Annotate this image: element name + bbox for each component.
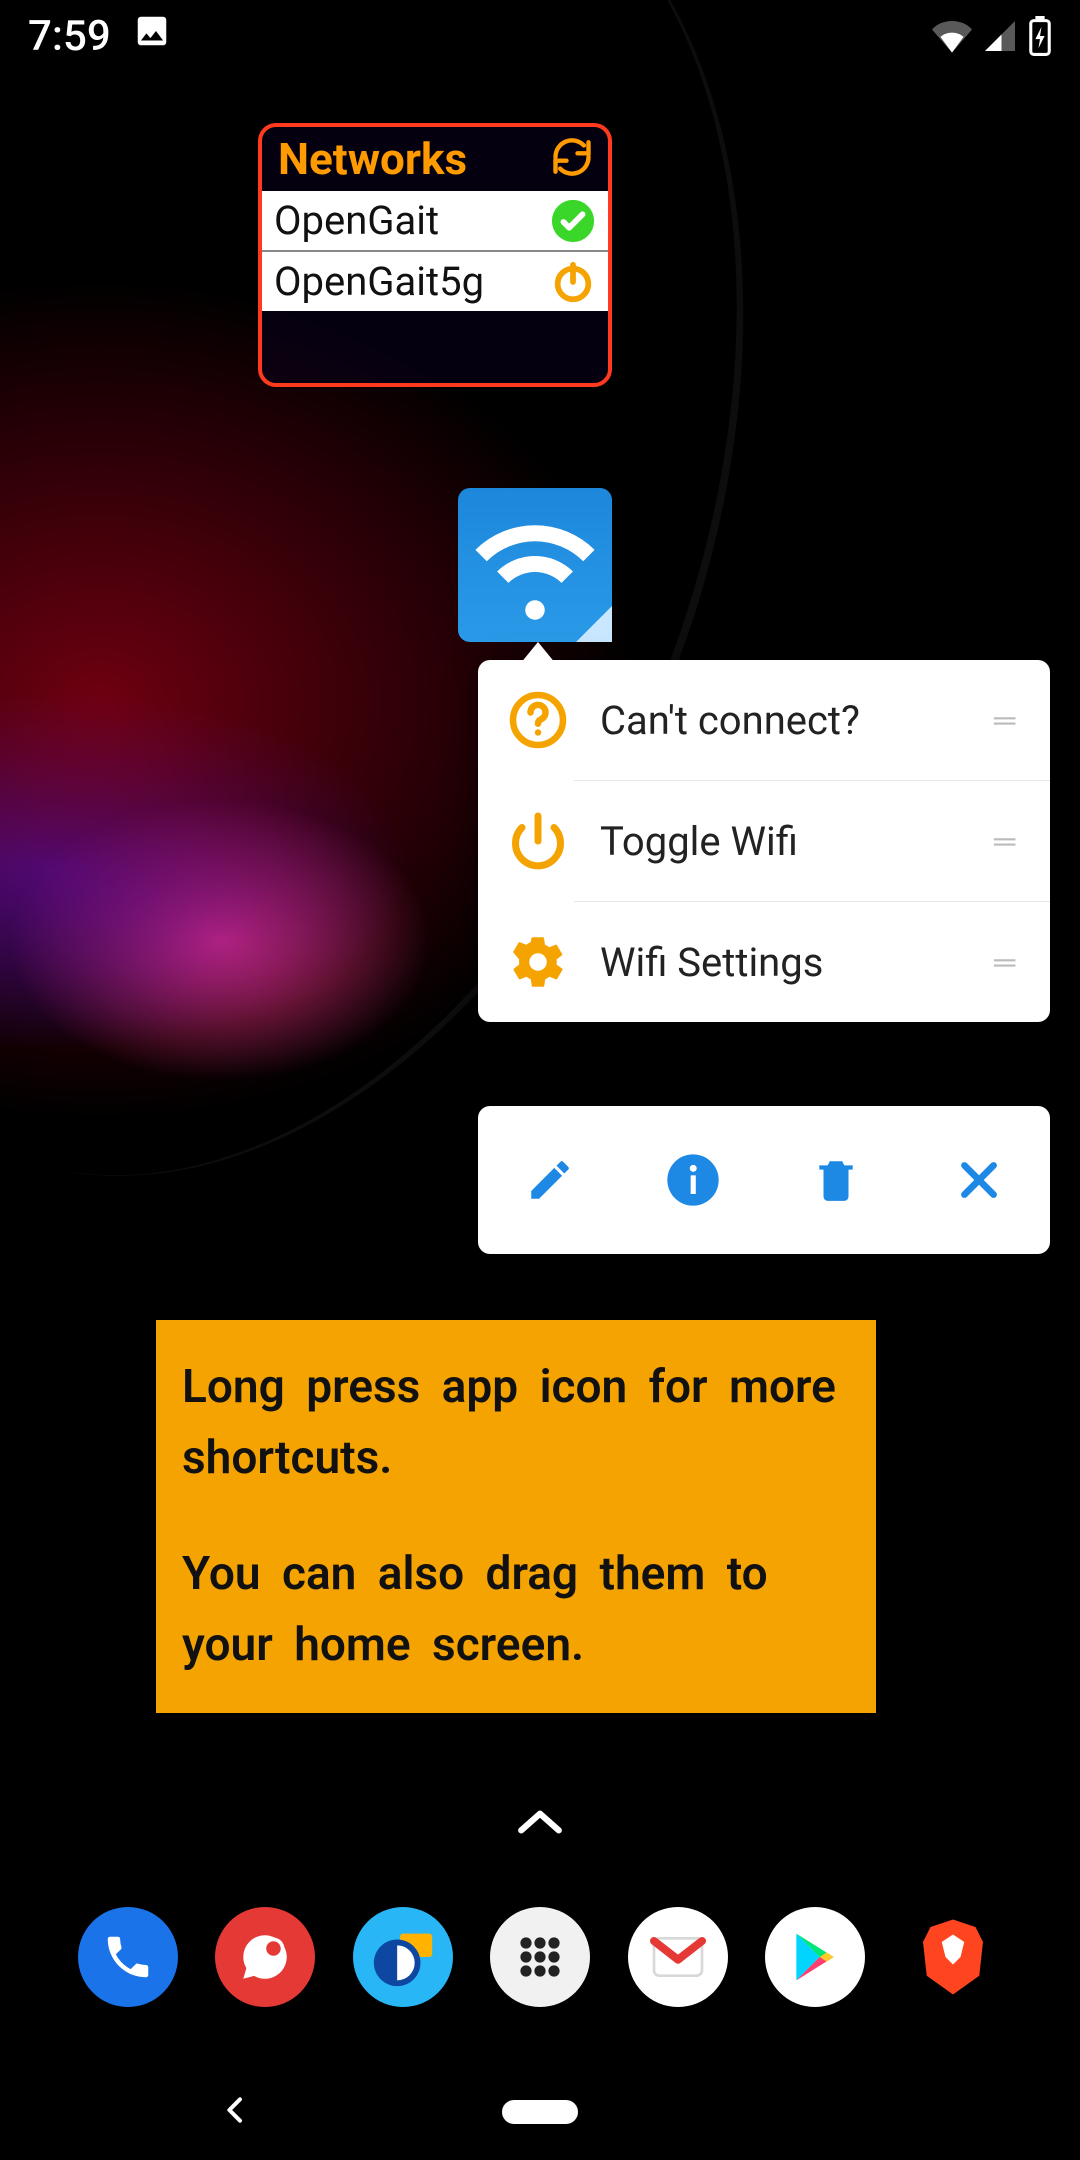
tip-box: Long press app icon for more shortcuts. … — [156, 1320, 876, 1713]
info-icon — [665, 1152, 721, 1208]
connected-icon — [550, 198, 596, 244]
image-icon — [133, 12, 171, 61]
wifi-app-icon[interactable] — [458, 488, 612, 642]
drag-handle-icon[interactable]: ═ — [994, 824, 1026, 859]
action-bar — [478, 1106, 1050, 1254]
status-bar: 7:59 — [0, 0, 1080, 72]
gmail-icon — [646, 1925, 710, 1989]
popup-pointer — [520, 642, 556, 664]
network-ssid: OpenGait5g — [274, 258, 484, 305]
shortcut-item-help[interactable]: Can't connect? ═ — [478, 660, 1050, 780]
refresh-icon[interactable] — [550, 135, 594, 183]
phone-app[interactable] — [78, 1907, 178, 2007]
close-button[interactable] — [943, 1144, 1015, 1216]
nav-home-pill[interactable] — [502, 2100, 578, 2124]
network-row[interactable]: OpenGait5g — [262, 250, 608, 311]
app-drawer[interactable] — [490, 1907, 590, 2007]
phone-icon — [101, 1930, 155, 1984]
power-icon — [550, 259, 596, 305]
swipe-icon — [368, 1922, 438, 1992]
network-row[interactable]: OpenGait — [262, 191, 608, 250]
edit-icon — [525, 1155, 575, 1205]
edit-button[interactable] — [514, 1144, 586, 1216]
drag-handle-icon[interactable]: ═ — [994, 945, 1026, 980]
grid-icon — [512, 1929, 568, 1985]
tip-text-1: Long press app icon for more shortcuts. — [182, 1352, 850, 1495]
brave-app[interactable] — [903, 1907, 1003, 2007]
signal-icon — [982, 18, 1018, 54]
delete-icon — [811, 1155, 861, 1205]
shortcut-item-toggle[interactable]: Toggle Wifi ═ — [574, 780, 1050, 901]
shortcut-label: Toggle Wifi — [600, 818, 968, 865]
chevron-left-icon — [220, 2094, 252, 2126]
tip-text-2: You can also drag them to your home scre… — [182, 1539, 850, 1682]
swipe-app[interactable] — [353, 1907, 453, 2007]
chevron-up-icon[interactable] — [515, 1805, 565, 1843]
settings-icon — [478, 932, 574, 992]
help-icon — [502, 690, 574, 750]
wifi-icon — [932, 16, 972, 56]
shortcut-item-settings[interactable]: Wifi Settings ═ — [574, 901, 1050, 1022]
gmail-app[interactable] — [628, 1907, 728, 2007]
status-time: 7:59 — [28, 12, 111, 61]
shortcut-label: Can't connect? — [600, 697, 968, 744]
play-icon — [787, 1929, 843, 1985]
battery-charging-icon — [1028, 16, 1052, 56]
power-icon — [478, 811, 574, 871]
network-ssid: OpenGait — [274, 197, 439, 244]
wifi-icon — [470, 500, 600, 630]
close-icon — [954, 1155, 1004, 1205]
nav-bar — [0, 2064, 1080, 2160]
dock — [0, 1882, 1080, 2032]
shortcut-label: Wifi Settings — [600, 939, 968, 986]
nav-back-button[interactable] — [220, 2094, 252, 2130]
shortcut-popup: Can't connect? ═ Toggle Wifi ═ Wifi Sett… — [478, 660, 1050, 1022]
delete-button[interactable] — [800, 1144, 872, 1216]
chat-icon — [236, 1928, 294, 1986]
networks-title: Networks — [278, 133, 467, 185]
info-button[interactable] — [657, 1144, 729, 1216]
drag-handle-icon[interactable]: ═ — [994, 703, 1026, 738]
networks-widget[interactable]: Networks OpenGait OpenGait5g — [258, 123, 612, 387]
brave-icon — [908, 1912, 998, 2002]
messages-app[interactable] — [215, 1907, 315, 2007]
play-store-app[interactable] — [765, 1907, 865, 2007]
